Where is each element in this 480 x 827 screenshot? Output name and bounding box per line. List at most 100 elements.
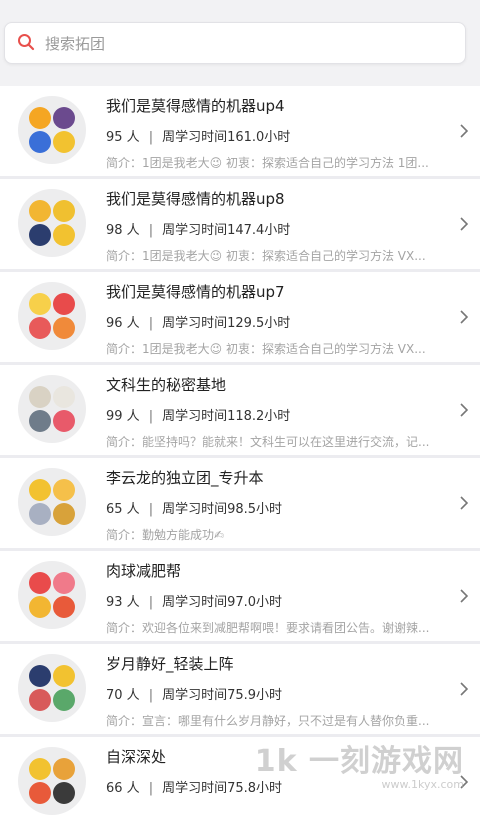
avatar-face-icon [29, 293, 51, 315]
group-list-item[interactable]: 文科生的秘密基地 99 人 | 周学习时间118.2小时 简介：能坚持吗？能就来！文科生… [0, 365, 480, 458]
group-title: 岁月静好_轻装上阵 [106, 655, 234, 673]
avatar-face-icon [53, 107, 75, 129]
avatar-face-icon [53, 689, 75, 711]
meta-separator: | [148, 316, 154, 331]
group-avatar [18, 96, 86, 164]
avatar-face-icon [53, 479, 75, 501]
group-title: 肉球减肥帮 [106, 562, 182, 580]
meta-separator: | [148, 595, 154, 610]
avatar-face-icon [53, 782, 75, 804]
group-meta: 66 人 | 周学习时间75.8小时 [106, 777, 282, 796]
avatar-face-icon [29, 665, 51, 687]
group-avatar [18, 468, 86, 536]
group-avatar [18, 282, 86, 350]
weekly-study-time: 周学习时间75.8小时 [162, 781, 283, 796]
search-icon [18, 34, 35, 51]
meta-separator: | [148, 130, 154, 145]
group-intro: 简介：欢迎各位来到减肥帮啊喂！要求请看团公告。谢谢辣... [106, 621, 430, 635]
avatar-face-icon [29, 317, 51, 339]
avatar-face-icon [29, 596, 51, 618]
group-list-item[interactable]: 岁月静好_轻装上阵 70 人 | 周学习时间75.9小时 简介：宣言：哪里有什么岁月静好… [0, 644, 480, 737]
group-title: 李云龙的独立团_专升本 [106, 469, 264, 487]
avatar-face-icon [29, 503, 51, 525]
group-intro: 简介：勤勉方能成功✍ [106, 528, 225, 542]
avatar-face-icon [53, 386, 75, 408]
avatar-face-icon [29, 386, 51, 408]
meta-separator: | [148, 223, 154, 238]
member-count: 95 人 [106, 130, 140, 145]
group-title: 我们是莫得感情的机器up7 [106, 283, 285, 301]
meta-separator: | [148, 409, 154, 424]
avatar-face-icon [29, 689, 51, 711]
weekly-study-time: 周学习时间129.5小时 [162, 316, 291, 331]
avatar-face-icon [29, 410, 51, 432]
member-count: 66 人 [106, 781, 140, 796]
avatar-face-icon [53, 572, 75, 594]
group-meta: 98 人 | 周学习时间147.4小时 [106, 219, 290, 238]
group-intro: 简介：能坚持吗？能就来！文科生可以在这里进行交流，记... [106, 435, 430, 449]
chevron-right-icon [460, 682, 468, 696]
avatar-face-icon [29, 479, 51, 501]
avatar-face-icon [53, 293, 75, 315]
avatar-face-icon [53, 596, 75, 618]
member-count: 70 人 [106, 688, 140, 703]
group-meta: 95 人 | 周学习时间161.0小时 [106, 126, 290, 145]
avatar-face-icon [53, 503, 75, 525]
weekly-study-time: 周学习时间161.0小时 [162, 130, 291, 145]
group-meta: 99 人 | 周学习时间118.2小时 [106, 405, 290, 424]
member-count: 65 人 [106, 502, 140, 517]
avatar-face-icon [53, 410, 75, 432]
group-avatar [18, 654, 86, 722]
search-input[interactable] [43, 23, 447, 65]
group-meta: 70 人 | 周学习时间75.9小时 [106, 684, 282, 703]
group-avatar [18, 189, 86, 257]
avatar-face-icon [29, 224, 51, 246]
chevron-right-icon [460, 775, 468, 789]
weekly-study-time: 周学习时间97.0小时 [162, 595, 283, 610]
group-list-item[interactable]: 我们是莫得感情的机器up4 95 人 | 周学习时间161.0小时 简介：1团是我老大😉… [0, 86, 480, 179]
group-title: 自深深处 [106, 748, 167, 766]
avatar-face-icon [53, 131, 75, 153]
group-list-item[interactable]: 我们是莫得感情的机器up8 98 人 | 周学习时间147.4小时简介：1团是我老大😉… [0, 179, 480, 272]
member-count: 98 人 [106, 223, 140, 238]
search-box[interactable] [4, 22, 466, 65]
avatar-face-icon [29, 131, 51, 153]
chevron-right-icon [460, 310, 468, 324]
member-count: 93 人 [106, 595, 140, 610]
group-list-item[interactable]: 肉球减肥帮 93 人 | 周学习时间97.0小时简介：欢迎各位来到减肥帮啊喂！要求请看… [0, 551, 480, 644]
group-intro: 简介：1团是我老大😉 初衷：探索适合自己的学习方法 1团... [106, 156, 429, 170]
meta-separator: | [148, 502, 154, 517]
avatar-face-icon [29, 758, 51, 780]
avatar-face-icon [53, 200, 75, 222]
weekly-study-time: 周学习时间98.5小时 [162, 502, 283, 517]
group-list-item[interactable]: 我们是莫得感情的机器up7 96 人 | 周学习时间129.5小时简介：1团是我老大😉… [0, 272, 480, 365]
group-list-item[interactable]: 自深深处 66 人 | 周学习时间75.8小时 [0, 737, 480, 827]
chevron-right-icon [460, 403, 468, 417]
group-list-item[interactable]: 李云龙的独立团_专升本 65 人 | 周学习时间98.5小时简介：勤勉方能成功✍ [0, 458, 480, 551]
weekly-study-time: 周学习时间118.2小时 [162, 409, 291, 424]
chevron-right-icon [460, 124, 468, 138]
group-intro: 简介：1团是我老大😉 初衷：探索适合自己的学习方法 VX... [106, 249, 426, 263]
member-count: 99 人 [106, 409, 140, 424]
group-title: 我们是莫得感情的机器up8 [106, 190, 285, 208]
group-avatar [18, 561, 86, 629]
meta-separator: | [148, 688, 154, 703]
weekly-study-time: 周学习时间147.4小时 [162, 223, 291, 238]
member-count: 96 人 [106, 316, 140, 331]
group-avatar [18, 375, 86, 443]
avatar-face-icon [29, 200, 51, 222]
group-intro: 简介：1团是我老大😉 初衷：探索适合自己的学习方法 VX... [106, 342, 426, 356]
chevron-right-icon [460, 217, 468, 231]
group-intro: 简介：宣言：哪里有什么岁月静好，只不过是有人替你负重... [106, 714, 430, 728]
avatar-face-icon [29, 107, 51, 129]
chevron-right-icon [460, 589, 468, 603]
group-list: 我们是莫得感情的机器up4 95 人 | 周学习时间161.0小时 简介：1团是我老大😉… [0, 86, 480, 827]
avatar-face-icon [53, 224, 75, 246]
avatar-face-icon [53, 665, 75, 687]
group-meta: 96 人 | 周学习时间129.5小时 [106, 312, 290, 331]
chevron-right-icon [460, 496, 468, 510]
group-meta: 65 人 | 周学习时间98.5小时 [106, 498, 282, 517]
search-bar-area [0, 0, 480, 84]
avatar-face-icon [53, 758, 75, 780]
avatar-face-icon [29, 572, 51, 594]
